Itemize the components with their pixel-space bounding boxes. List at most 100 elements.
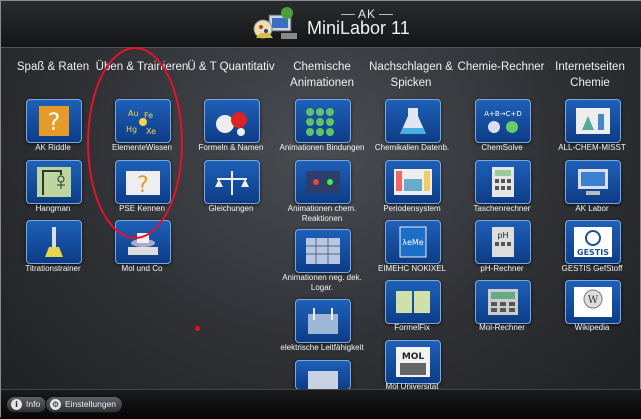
label-mol-und-co: Mol und Co (121, 264, 163, 273)
tile-mol-universitaet[interactable]: MOL (385, 340, 441, 384)
minilabor-window: AK MiniLabor 11 Spaß & Raten Üben & Trai… (0, 0, 641, 419)
tile-hangman[interactable] (26, 160, 82, 204)
tile-eimehc-nokixel[interactable]: λeMe (385, 220, 441, 264)
tile-animationen-logar[interactable] (295, 229, 351, 273)
tile-periodensystem[interactable] (385, 160, 441, 204)
label-chemikalien-datenbank: Chemikalien Datenb. (374, 143, 450, 152)
tile-wikipedia[interactable]: W (565, 280, 621, 324)
tile-elementewissen[interactable]: Au Fe Hg Xe (115, 99, 171, 143)
book-icon: λeMe (399, 226, 427, 258)
elements-icon: Au Fe Hg Xe (126, 109, 156, 136)
tile-titrationstrainer[interactable] (26, 220, 82, 264)
lab-glassware-icon (576, 108, 610, 134)
app-title: MiniLabor 11 (307, 18, 410, 38)
info-icon: i (11, 399, 22, 410)
tile-ak-riddle[interactable]: ? (26, 99, 82, 143)
tile-gestis[interactable]: GESTIS (565, 220, 621, 264)
label-pse-kennen: PSE Kennen (119, 204, 165, 213)
scale-icon (128, 233, 158, 255)
tile-pse-kennen[interactable]: ? (115, 160, 171, 204)
label-ph-rechner: pH-Rechner (480, 264, 524, 273)
tile-all-chem-misst[interactable] (565, 99, 621, 143)
tile-chemikalien-datenbank[interactable] (385, 99, 441, 143)
tile-elektrische-leitfaehigkeit[interactable] (295, 299, 351, 343)
molecule-icon (216, 112, 247, 136)
label-formeln-namen: Formeln & Namen (198, 143, 264, 152)
tile-ph-rechner[interactable]: pH (475, 220, 531, 264)
tile-ak-labor[interactable] (565, 160, 621, 204)
label-eimehc-nokixel: EIMEHC NOKIXEL (377, 264, 446, 273)
label-chemsolve: ChemSolve (481, 143, 523, 152)
settings-label: Einstellungen (65, 399, 117, 409)
gear-icon: ⚙ (50, 399, 61, 410)
header-bar: AK MiniLabor 11 (1, 1, 641, 48)
label-taschenrechner: Taschenrechner (473, 204, 531, 213)
label-gestis: GESTIS GefStoff (561, 264, 623, 273)
label-periodensystem: Periodensystem (383, 204, 441, 213)
column-heading-internet: Internetseiten Chemie (555, 61, 625, 89)
mol-building-icon: MOL (396, 347, 430, 377)
log-grid-icon (306, 238, 340, 264)
label-ak-riddle: AK Riddle (35, 143, 71, 152)
computer-icon (578, 169, 608, 195)
label-hangman: Hangman (35, 204, 71, 213)
ph-calculator-icon: pH (492, 227, 514, 257)
calculator-icon (492, 167, 514, 197)
lab-equipment-icon (308, 371, 338, 389)
svg-text:GESTIS: GESTIS (577, 248, 609, 257)
svg-text:W: W (588, 295, 599, 306)
riddle-icon: ? (39, 106, 69, 136)
info-button[interactable]: i Info (6, 396, 48, 413)
burette-icon (45, 227, 63, 257)
svg-text:A+B→C+D: A+B→C+D (484, 110, 521, 118)
tile-mol-rechner[interactable] (475, 280, 531, 324)
column-heading-nachschlagen: Nachschlagen & Spicken (369, 61, 453, 89)
settings-button[interactable]: ⚙ Einstellungen (45, 396, 124, 413)
wikipedia-icon: W (574, 287, 612, 317)
tile-mol-und-co[interactable] (115, 220, 171, 264)
info-label: Info (26, 399, 41, 409)
column-heading-ueben: Üben & Trainieren (95, 61, 189, 73)
svg-text:?: ? (48, 108, 61, 136)
periodic-table-icon (394, 169, 432, 195)
reaction-icon (306, 171, 340, 193)
tile-taschenrechner[interactable] (475, 160, 531, 204)
svg-text:Xe: Xe (146, 127, 156, 136)
column-heading-spass: Spaß & Raten (16, 61, 90, 73)
label-elementewissen: ElementeWissen (111, 143, 173, 152)
tile-formeln-namen[interactable] (204, 99, 260, 143)
tile-gleichungen[interactable] (204, 160, 260, 204)
label-animationen-logar: Animationen neg. dek. Logar. (282, 273, 362, 292)
tile-animationen-reaktionen[interactable] (295, 160, 351, 204)
label-animationen-bindungen: Animationen Bindungen (279, 143, 365, 152)
mol-calculator-icon (488, 289, 518, 315)
svg-text:Hg: Hg (126, 125, 137, 134)
pse-question-icon: ? (126, 171, 160, 198)
svg-text:?: ? (137, 173, 149, 198)
label-all-chem-misst: ALL-CHEM-MISST (558, 143, 626, 152)
svg-text:pH: pH (497, 231, 508, 240)
bond-grid-icon (306, 108, 334, 136)
label-gleichungen: Gleichungen (208, 204, 254, 213)
formula-cards-icon (396, 291, 430, 313)
label-titrationstrainer: Titrationstrainer (25, 264, 81, 273)
column-heading-rechner: Chemie-Rechner (457, 61, 545, 73)
hangman-icon (37, 167, 71, 197)
tile-formelfix[interactable] (385, 280, 441, 324)
label-elektrische-leitfaehigkeit: elektrische Leitfähigkeit (280, 343, 364, 352)
tile-chemsolve[interactable]: A+B→C+D (475, 99, 531, 143)
label-formelfix: FormelFix (394, 323, 430, 332)
red-marker-dot (195, 326, 200, 331)
tile-animationen-bindungen[interactable] (295, 99, 351, 143)
gestis-logo-icon: GESTIS (574, 227, 612, 257)
column-heading-animationen: Chemische Animationen (290, 61, 354, 89)
svg-text:λeMe: λeMe (402, 238, 424, 247)
chemsolve-icon: A+B→C+D (484, 110, 522, 133)
tile-animation-extra[interactable] (295, 360, 351, 390)
label-ak-labor: AK Labor (575, 204, 609, 213)
column-heading-quantitativ: Ü & T Quantitativ (187, 61, 275, 73)
lab-logo-icon (253, 7, 297, 39)
svg-text:Au: Au (128, 109, 139, 118)
footer-bar: i Info ⚙ Einstellungen (1, 389, 641, 419)
label-mol-rechner: Mol-Rechner (479, 323, 525, 332)
